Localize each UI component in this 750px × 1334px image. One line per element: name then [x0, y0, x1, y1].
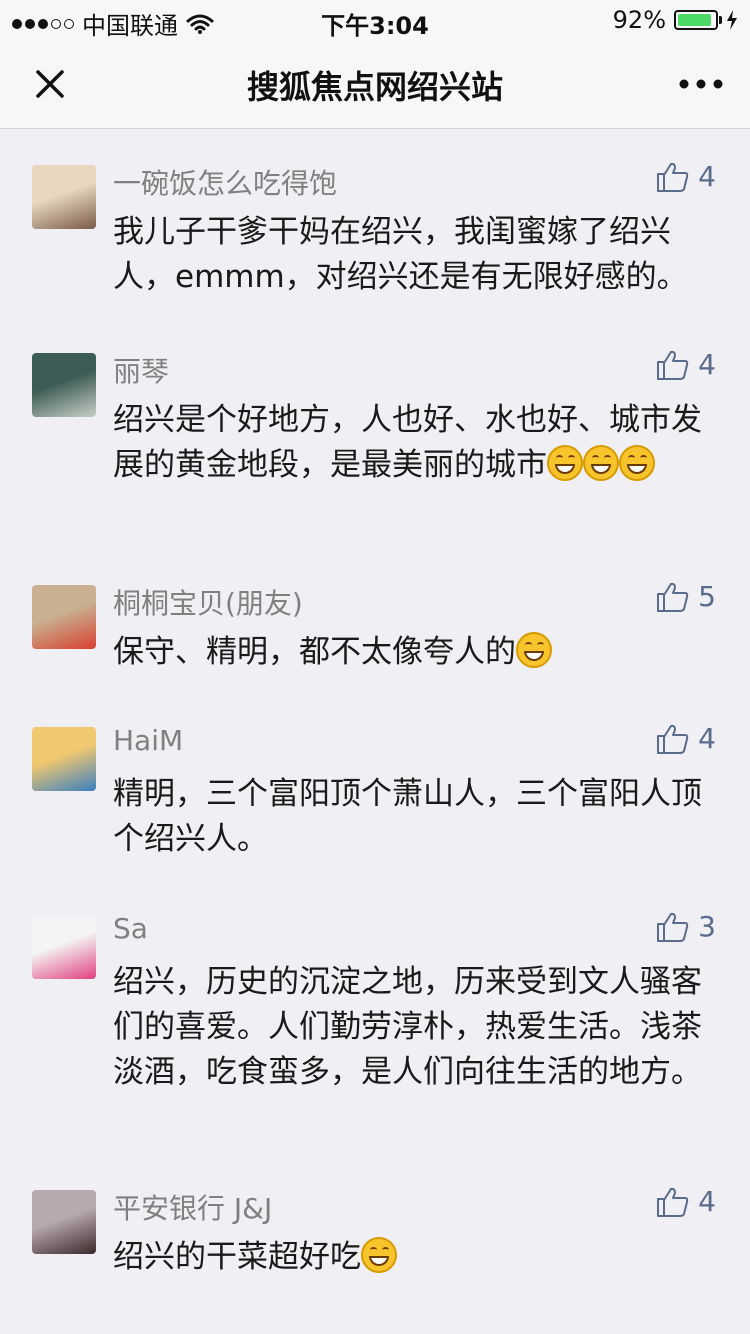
- avatar[interactable]: [32, 727, 96, 791]
- like-button[interactable]: 3: [656, 910, 716, 943]
- like-button[interactable]: 4: [656, 348, 716, 381]
- commenter-name: 一碗饭怎么吃得饱: [113, 167, 338, 200]
- like-button[interactable]: 5: [656, 580, 716, 613]
- like-count: 4: [698, 1185, 716, 1218]
- comment-item: Sa 3 绍兴，历史的沉淀之地，历来受到文人骚客们的喜爱。人们勤劳淳朴，热爱生活。浅…: [0, 910, 750, 1160]
- comment-text: 绍兴的干菜超好吃: [113, 1235, 713, 1280]
- like-count: 4: [698, 722, 716, 755]
- avatar[interactable]: [32, 1190, 96, 1254]
- like-count: 5: [698, 580, 716, 613]
- like-button[interactable]: 4: [656, 722, 716, 755]
- comment-text: 绍兴，历史的沉淀之地，历来受到文人骚客们的喜爱。人们勤劳淳朴，热爱生活。浅茶淡酒…: [113, 960, 713, 1095]
- grin-emoji-icon: [516, 632, 552, 668]
- commenter-name: 丽琴: [113, 355, 170, 388]
- battery-icon: [674, 10, 722, 30]
- like-count: 4: [698, 348, 716, 381]
- commenter-name: Sa: [113, 912, 148, 945]
- status-right: 92%: [613, 6, 738, 34]
- comment-item: 丽琴 4 绍兴是个好地方，人也好、水也好、城市发展的黄金地段，是最美丽的城市: [0, 348, 750, 553]
- thumbs-up-icon: [657, 350, 689, 380]
- like-button[interactable]: 4: [656, 160, 716, 193]
- thumbs-up-icon: [657, 582, 689, 612]
- comment-text: 精明，三个富阳顶个萧山人，三个富阳人顶个绍兴人。: [113, 772, 713, 862]
- comment-item: 平安银行 J&J 4 绍兴的干菜超好吃: [0, 1185, 750, 1300]
- status-bar: 中国联通 下午3:04 92%: [0, 0, 750, 40]
- thumbs-up-icon: [657, 912, 689, 942]
- comment-text-content: 我儿子干爹干妈在绍兴，我闺蜜嫁了绍兴人，emmm，对绍兴还是有无限好感的。: [113, 214, 688, 295]
- thumbs-up-icon: [657, 162, 689, 192]
- comment-text-content: 精明，三个富阳顶个萧山人，三个富阳人顶个绍兴人。: [113, 776, 702, 857]
- grin-emoji-icon: [361, 1237, 397, 1273]
- comment-text: 绍兴是个好地方，人也好、水也好、城市发展的黄金地段，是最美丽的城市: [113, 398, 713, 488]
- comment-text-content: 保守、精明，都不太像夸人的: [113, 634, 516, 670]
- commenter-name: HaiM: [113, 724, 184, 757]
- thumbs-up-icon: [657, 1187, 689, 1217]
- avatar[interactable]: [32, 915, 96, 979]
- comment-text-content: 绍兴的干菜超好吃: [113, 1239, 361, 1275]
- commenter-name: 平安银行 J&J: [113, 1192, 273, 1225]
- grin-emoji-icon: [619, 445, 655, 481]
- avatar[interactable]: [32, 585, 96, 649]
- more-options-icon[interactable]: [676, 70, 726, 98]
- charging-icon: [727, 10, 737, 30]
- comment-item: 桐桐宝贝(朋友) 5 保守、精明，都不太像夸人的: [0, 580, 750, 695]
- battery-cap: [719, 16, 722, 24]
- commenter-name: 桐桐宝贝(朋友): [113, 587, 303, 620]
- like-button[interactable]: 4: [656, 1185, 716, 1218]
- comment-item: HaiM 4 精明，三个富阳顶个萧山人，三个富阳人顶个绍兴人。: [0, 722, 750, 882]
- like-count: 3: [698, 910, 716, 943]
- comment-text: 保守、精明，都不太像夸人的: [113, 630, 713, 675]
- grin-emoji-icon: [547, 445, 583, 481]
- grin-emoji-icon: [583, 445, 619, 481]
- nav-bar: 搜狐焦点网绍兴站: [0, 40, 750, 129]
- battery-fill: [678, 14, 712, 26]
- comment-item: 一碗饭怎么吃得饱 4 我儿子干爹干妈在绍兴，我闺蜜嫁了绍兴人，emmm，对绍兴还是有…: [0, 160, 750, 320]
- comment-text: 我儿子干爹干妈在绍兴，我闺蜜嫁了绍兴人，emmm，对绍兴还是有无限好感的。: [113, 210, 713, 300]
- thumbs-up-icon: [657, 724, 689, 754]
- like-count: 4: [698, 160, 716, 193]
- battery-percent: 92%: [612, 6, 666, 34]
- page-title: 搜狐焦点网绍兴站: [246, 68, 503, 106]
- avatar[interactable]: [32, 353, 96, 417]
- avatar[interactable]: [32, 165, 96, 229]
- comment-text-content: 绍兴，历史的沉淀之地，历来受到文人骚客们的喜爱。人们勤劳淳朴，热爱生活。浅茶淡酒…: [113, 964, 702, 1090]
